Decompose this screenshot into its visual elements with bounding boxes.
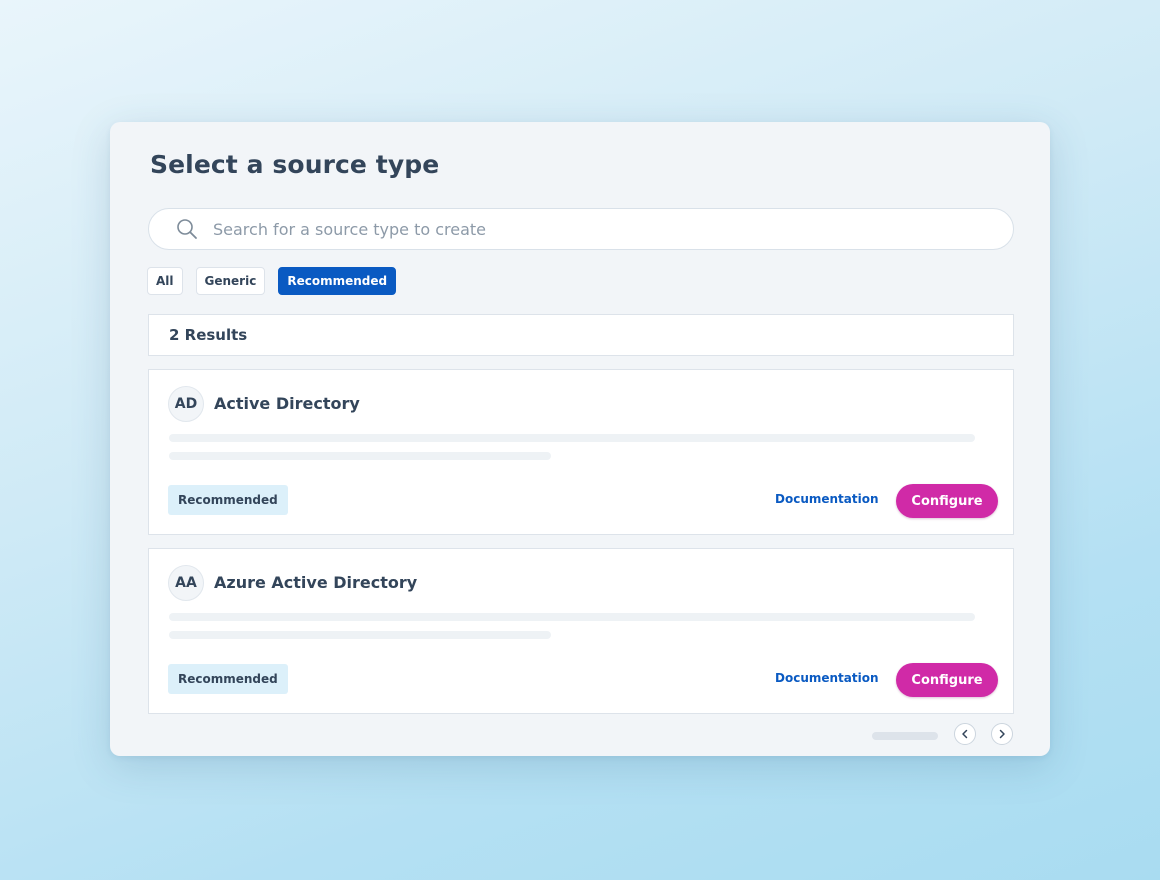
search-input[interactable]	[211, 218, 975, 240]
description-placeholder	[169, 434, 975, 442]
recommended-badge: Recommended	[168, 485, 288, 515]
search-bar[interactable]	[148, 208, 1014, 250]
filter-all[interactable]: All	[147, 267, 183, 295]
chevron-right-icon	[997, 729, 1007, 739]
source-card-active-directory: AD Active Directory Recommended Document…	[148, 369, 1014, 535]
search-icon	[175, 217, 199, 241]
filter-chips: All Generic Recommended	[147, 267, 397, 295]
avatar: AD	[168, 386, 204, 422]
page-title: Select a source type	[150, 150, 440, 179]
source-name: Azure Active Directory	[214, 573, 418, 592]
configure-button[interactable]: Configure	[896, 484, 998, 518]
description-placeholder	[169, 631, 551, 639]
recommended-badge: Recommended	[168, 664, 288, 694]
description-placeholder	[169, 452, 551, 460]
source-type-dialog: Select a source type All Generic Recomme…	[110, 122, 1050, 756]
pagination-track	[872, 732, 938, 740]
filter-recommended[interactable]: Recommended	[278, 267, 397, 295]
configure-button[interactable]: Configure	[896, 663, 998, 697]
source-card-azure-active-directory: AA Azure Active Directory Recommended Do…	[148, 548, 1014, 714]
avatar: AA	[168, 565, 204, 601]
documentation-link[interactable]: Documentation	[775, 671, 879, 685]
results-count: 2 Results	[148, 314, 1014, 356]
prev-page-button[interactable]	[954, 723, 976, 745]
next-page-button[interactable]	[991, 723, 1013, 745]
documentation-link[interactable]: Documentation	[775, 492, 879, 506]
description-placeholder	[169, 613, 975, 621]
source-name: Active Directory	[214, 394, 360, 413]
chevron-left-icon	[960, 729, 970, 739]
filter-generic[interactable]: Generic	[195, 267, 266, 295]
